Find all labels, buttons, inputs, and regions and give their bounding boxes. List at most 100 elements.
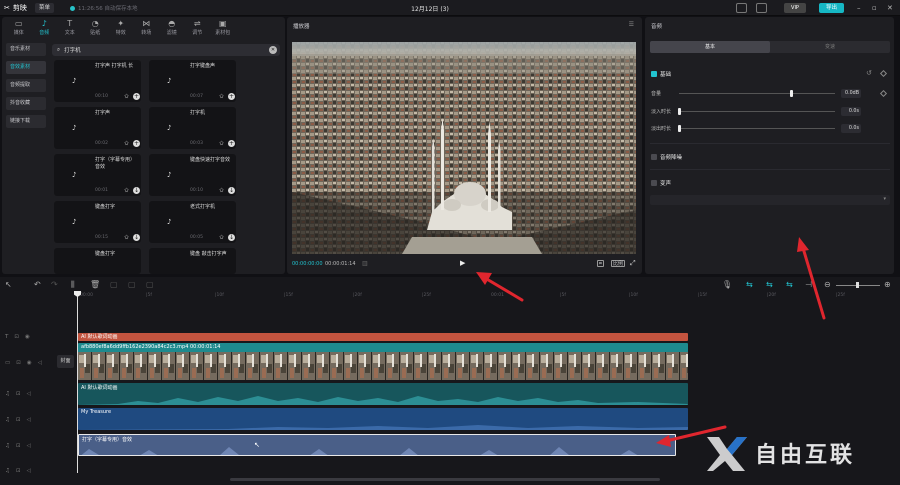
undo-icon[interactable]: ↶ <box>34 280 41 289</box>
audio-clip[interactable]: My Treasure <box>78 408 688 430</box>
vip-badge[interactable]: VIP <box>784 3 806 13</box>
tab-speed[interactable]: 变速 <box>770 41 890 53</box>
add-icon[interactable]: + <box>228 93 235 100</box>
play-icon[interactable]: ▶ <box>460 259 465 267</box>
select-cursor-icon[interactable]: ↖ <box>5 280 12 289</box>
visibility-icon[interactable]: ◉ <box>27 360 32 366</box>
timeline-scrollbar[interactable] <box>230 478 660 481</box>
sound-card[interactable]: ♪ 老式打字机 00:05 ✩ ↓ <box>149 201 236 243</box>
reset-icon[interactable]: ↺ <box>866 69 872 77</box>
favorite-icon[interactable]: ✩ <box>219 140 224 147</box>
visibility-icon[interactable]: ◉ <box>25 334 30 340</box>
tab-package[interactable]: ▣ 素材包 <box>210 17 236 38</box>
menu-button[interactable]: 菜单 <box>35 3 55 13</box>
lock-icon[interactable]: ⊡ <box>16 391 21 397</box>
volume-slider-knob[interactable] <box>790 90 793 97</box>
voice-change-checkbox[interactable] <box>651 180 657 186</box>
noise-reduction-checkbox[interactable] <box>651 154 657 160</box>
video-preview[interactable] <box>292 42 636 254</box>
lock-icon[interactable]: ⊡ <box>16 468 21 474</box>
tab-media[interactable]: ▭ 媒体 <box>6 17 32 38</box>
download-icon[interactable]: ↓ <box>228 187 235 194</box>
preview-axis-icon[interactable]: ⊣ <box>805 280 812 289</box>
basic-checkbox[interactable] <box>651 71 657 77</box>
sidebar-item-douyin-favorites[interactable]: 抖音收藏 <box>6 97 46 110</box>
grid-icon[interactable]: ▥ <box>362 260 368 267</box>
freeze-icon[interactable]: ▢ <box>110 280 118 289</box>
sound-card[interactable]: ♪ 键盘打字 00:15 ✩ ↓ <box>54 201 141 243</box>
volume-value[interactable]: 0.0dB <box>841 89 861 98</box>
playhead[interactable] <box>77 293 78 473</box>
search-input[interactable]: ⌕ 打字机 ✕ <box>52 44 280 56</box>
volume-slider[interactable] <box>679 93 835 94</box>
lock-icon[interactable]: ⊡ <box>16 443 21 449</box>
tab-transition[interactable]: ⋈ 转场 <box>134 17 160 38</box>
add-icon[interactable]: + <box>228 140 235 147</box>
lock-icon[interactable]: ⊡ <box>16 417 21 423</box>
fade-out-value[interactable]: 0.0s <box>841 124 861 133</box>
add-icon[interactable]: + <box>133 140 140 147</box>
volume-keyframe-icon[interactable] <box>879 89 888 98</box>
tab-effects[interactable]: ✦ 特效 <box>108 17 134 38</box>
fade-out-slider[interactable] <box>679 128 835 129</box>
audio-clip-selected[interactable]: 打字（字幕专用）音效 <box>78 434 676 456</box>
text-clip[interactable]: AI 默认歌词动画 <box>78 333 688 341</box>
expand-icon[interactable]: ⤢ <box>630 259 636 268</box>
mute-icon[interactable]: ◁ <box>38 360 42 366</box>
sound-card[interactable]: ♪ 打字（字幕专用）音效 00:01 ✩ ↓ <box>54 154 141 196</box>
zoom-slider-knob[interactable] <box>856 282 859 288</box>
lock-icon[interactable]: ⊡ <box>14 334 19 340</box>
tab-filter[interactable]: ◓ 滤镜 <box>159 17 185 38</box>
mute-icon[interactable]: ◁ <box>27 443 31 449</box>
magnet-icon[interactable]: ⇆ <box>766 280 773 289</box>
mute-icon[interactable]: ◁ <box>27 391 31 397</box>
tab-adjust[interactable]: ⇌ 调节 <box>185 17 211 38</box>
project-title[interactable]: 12月12日 (3) <box>400 4 460 13</box>
download-icon[interactable]: ↓ <box>133 187 140 194</box>
favorite-icon[interactable]: ✩ <box>124 187 129 194</box>
zoom-in-icon[interactable]: ⊕ <box>884 280 891 289</box>
favorite-icon[interactable]: ✩ <box>124 93 129 100</box>
favorite-icon[interactable]: ✩ <box>219 187 224 194</box>
sidebar-item-sound-effects[interactable]: 音效素材 <box>6 61 46 74</box>
maximize-icon[interactable]: ▫ <box>872 3 877 13</box>
keyframe-icon[interactable] <box>879 69 888 78</box>
sound-card[interactable]: ♪ 打字机 00:03 ✩ + <box>149 107 236 149</box>
sound-card[interactable]: 键盘打字 <box>54 248 141 274</box>
favorite-icon[interactable]: ✩ <box>219 234 224 241</box>
sidebar-item-link-download[interactable]: 链接下载 <box>6 115 46 128</box>
export-button[interactable]: 导出 <box>819 3 844 13</box>
shortcut-icon[interactable] <box>736 3 747 13</box>
sound-card[interactable]: ♪ 打字键盘声 00:07 ✩ + <box>149 60 236 102</box>
cover-button[interactable]: 封面 <box>57 355 74 368</box>
time-ruler[interactable]: 00:00 |5f |10f |15f |20f |25f 00:01 |5f … <box>78 293 900 303</box>
layout-icon[interactable] <box>756 3 767 13</box>
tab-sticker[interactable]: ◔ 贴纸 <box>83 17 109 38</box>
aspect-ratio-button[interactable]: 比例 <box>611 260 626 267</box>
clear-search-icon[interactable]: ✕ <box>269 46 277 54</box>
video-clip[interactable]: afb880ef8a6dd9ffb162e2390a84c2c3.mp4 00:… <box>78 343 688 380</box>
mute-icon[interactable]: ◁ <box>27 417 31 423</box>
fade-in-slider-knob[interactable] <box>678 108 681 115</box>
zoom-out-icon[interactable]: ⊖ <box>824 280 831 289</box>
sound-card[interactable]: ♪ 键盘快速打字音效 00:10 ✩ ↓ <box>149 154 236 196</box>
close-icon[interactable]: ✕ <box>887 3 893 13</box>
mirror-icon[interactable]: ▢ <box>146 280 154 289</box>
microphone-icon[interactable]: 🎙 <box>722 280 732 289</box>
mute-icon[interactable]: ◁ <box>27 468 31 474</box>
linkage-icon[interactable]: ⇆ <box>786 280 793 289</box>
tab-basic[interactable]: 基本 <box>650 41 770 53</box>
sound-card[interactable]: ♪ 打字声 00:02 ✩ + <box>54 107 141 149</box>
split-icon[interactable]: ⫼ <box>71 280 75 289</box>
download-icon[interactable]: ↓ <box>133 234 140 241</box>
minimize-icon[interactable]: – <box>857 3 861 13</box>
reverse-icon[interactable]: ▢ <box>128 280 136 289</box>
redo-icon[interactable]: ↷ <box>51 280 58 289</box>
sidebar-item-music[interactable]: 音乐素材 <box>6 43 46 56</box>
delete-icon[interactable]: 🗑 <box>90 280 100 289</box>
fullscreen-crop-icon[interactable]: ⌗ <box>597 260 604 267</box>
favorite-icon[interactable]: ✩ <box>124 234 129 241</box>
favorite-icon[interactable]: ✩ <box>124 140 129 147</box>
fade-in-slider[interactable] <box>679 111 835 112</box>
voice-change-dropdown[interactable]: ▾ <box>650 195 890 205</box>
